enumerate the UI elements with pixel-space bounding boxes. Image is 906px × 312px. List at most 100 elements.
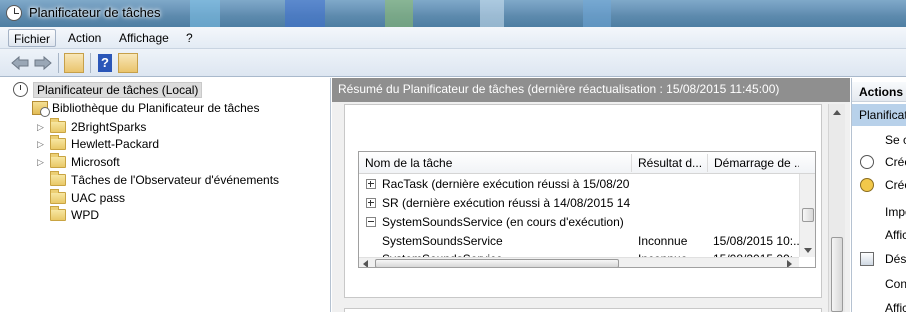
action-create-task[interactable]: Créer une tâche... [852,174,906,196]
toolbar: ? [0,49,906,77]
tree-folder-label: Tâches de l'Observateur d'événements [71,173,280,187]
tree-folder-label: Microsoft [71,155,120,169]
console-tree: Planificateur de tâches (Local) Biblioth… [0,78,331,312]
tree-folder-item[interactable]: Tâches de l'Observateur d'événements [36,171,279,189]
tree-folder-label: WPD [71,208,99,222]
action-label: Créer une tâche... [885,178,906,192]
scrollbar-thumb[interactable] [375,259,619,267]
scroll-up-icon[interactable] [833,110,841,115]
background-decoration [385,0,413,27]
tree-root-item[interactable]: Planificateur de tâches (Local) [9,81,203,99]
task-start: 15/08/2015 10:... [713,234,799,248]
clock-icon [860,155,874,169]
grid-horizontal-scrollbar[interactable] [359,257,799,267]
document-icon [860,252,874,266]
task-name: SR (dernière exécution réussi à 14/08/20… [382,196,630,210]
expand-icon[interactable]: ▷ [37,140,46,149]
task-row[interactable]: SystemSoundsService Inconnue 15/08/2015 … [359,232,799,251]
clock-icon [13,82,28,97]
folder-icon [50,135,66,150]
tree-folder-item[interactable]: ▷ 2BrightSparks [36,118,146,136]
collapse-icon[interactable] [366,217,376,227]
grid-vertical-scrollbar[interactable] [799,174,815,257]
expand-icon[interactable]: ▷ [37,123,46,132]
action-label: Désactiver l'historique de toutes les tâ… [885,252,906,266]
folder-icon [50,189,66,204]
expand-icon[interactable] [366,198,376,208]
summary-next-section [344,308,822,312]
active-tasks-grid: Nom de la tâche Résultat d... Démarrage … [358,151,816,268]
tree-library-label: Bibliothèque du Planificateur de tâches [52,101,260,115]
menu-fichier[interactable]: Fichier [8,29,57,47]
background-decoration [583,0,611,27]
tree-folder-item[interactable]: ▷ Hewlett-Packard [36,135,159,153]
background-decoration [285,0,325,27]
column-header-task-name[interactable]: Nom de la tâche [359,152,631,174]
expand-icon[interactable] [366,179,376,189]
task-name: SystemSoundsService (en cours d'exécutio… [382,215,624,229]
menu-affichage[interactable]: Affichage [114,29,174,47]
action-view[interactable]: Affichage [852,297,906,312]
summary-header: Résumé du Planificateur de tâches (derni… [332,78,850,102]
action-show-running-tasks[interactable]: Afficher toutes les tâches en cours d'ex… [852,224,906,246]
actions-title: Actions [852,82,906,102]
tree-folder-item[interactable]: ▷ Microsoft [36,153,120,171]
folder-icon [50,171,66,186]
action-create-basic-task[interactable]: Créer une tâche de base... [852,151,906,173]
folder-icon [50,153,66,168]
folder-icon [50,118,66,133]
scrollbar-thumb[interactable] [831,237,843,312]
toolbar-separator [58,53,59,73]
action-label: Afficher toutes les tâches en cours d'ex… [885,228,906,242]
action-import-task[interactable]: Importer une tâche... [852,201,906,223]
action-disable-history[interactable]: Désactiver l'historique de toutes les tâ… [852,248,906,270]
help-icon[interactable]: ? [98,54,112,72]
scroll-down-icon[interactable] [804,248,812,253]
tree-folder-label: Hewlett-Packard [71,137,160,151]
action-at-service-config[interactable]: Configuration du compte du service AT [852,273,906,295]
task-group-row[interactable]: SR (dernière exécution réussi à 14/08/20… [359,194,799,213]
scrollbar-thumb[interactable] [802,208,814,222]
task-icon [860,178,874,192]
summary-pane: Résumé du Planificateur de tâches (derni… [332,78,850,312]
actions-section-header[interactable]: Planificateur de tâches (Local) [852,104,906,126]
tree-folder-item[interactable]: WPD [36,206,99,224]
action-label: Importer une tâche... [885,205,906,219]
clock-icon [6,5,22,21]
title-bar: Planificateur de tâches [0,0,906,27]
tree-library-item[interactable]: Bibliothèque du Planificateur de tâches [20,99,259,117]
actions-pane: Actions Planificateur de tâches (Local) … [851,78,906,312]
action-connect[interactable]: Se connecter à un autre ordinateur... [852,129,906,151]
back-icon[interactable] [10,53,30,73]
action-label: Affichage [885,301,906,312]
task-group-row[interactable]: SystemSoundsService (en cours d'exécutio… [359,213,799,232]
task-group-row[interactable]: RacTask (dernière exécution réussi à 15/… [359,175,799,194]
task-result: Inconnue [638,234,688,248]
tree-folder-label: UAC pass [71,191,126,205]
menu-help[interactable]: ? [181,29,198,47]
summary-scrollbar[interactable] [828,104,845,312]
folder-icon [50,206,66,221]
toolbar-separator [90,53,91,73]
scroll-left-icon[interactable] [363,260,368,267]
menu-action[interactable]: Action [63,29,106,47]
expand-icon[interactable]: ▷ [37,158,46,167]
scroll-right-icon[interactable] [787,260,792,267]
tree-folder-label: 2BrightSparks [71,120,147,134]
grid-header: Nom de la tâche Résultat d... Démarrage … [359,152,815,174]
background-decoration [190,0,220,27]
action-label: Créer une tâche de base... [885,155,906,169]
task-name: RacTask (dernière exécution réussi à 15/… [382,177,630,191]
column-header-result[interactable]: Résultat d... [632,152,707,174]
action-label: Se connecter à un autre ordinateur... [885,133,906,147]
tree-folder-item[interactable]: UAC pass [36,189,125,207]
show-hide-action-pane-button[interactable] [118,53,138,73]
forward-icon[interactable] [33,53,53,73]
background-decoration [480,0,504,27]
column-header-start[interactable]: Démarrage de ... [708,152,799,174]
show-hide-console-tree-button[interactable] [64,53,84,73]
tree-root-label: Planificateur de tâches (Local) [33,82,203,98]
task-name: SystemSoundsService [382,234,503,248]
window-title: Planificateur de tâches [29,5,161,20]
library-folder-icon [32,101,50,117]
